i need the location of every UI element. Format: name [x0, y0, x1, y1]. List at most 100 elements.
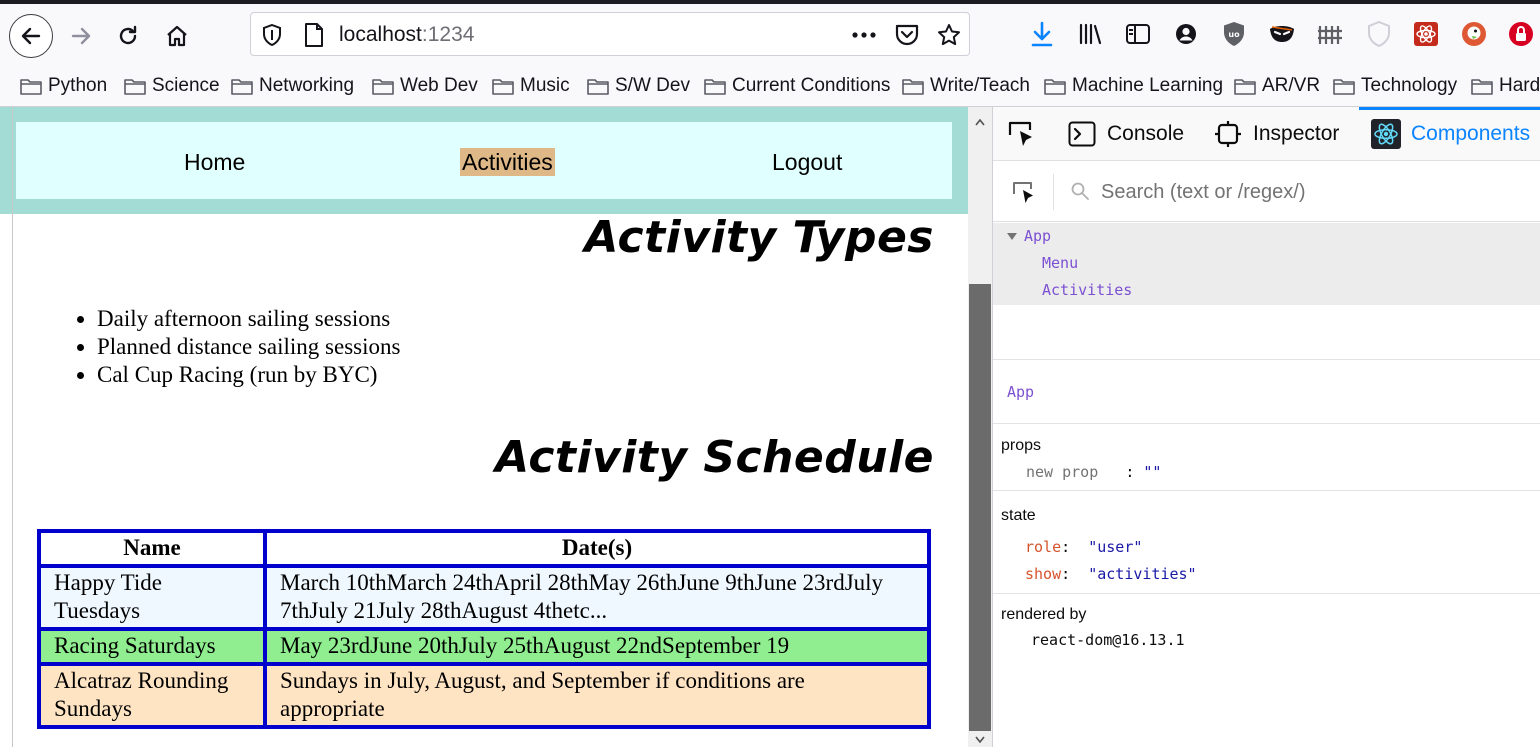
- bookmark-label: Networking: [259, 75, 355, 96]
- state-row[interactable]: show: "activities": [1025, 565, 1197, 583]
- folder-icon: [124, 78, 146, 95]
- extension-mask-icon[interactable]: [1266, 18, 1298, 50]
- prop-colon: :: [1125, 463, 1135, 481]
- bookmark-folder-sw-dev[interactable]: S/W Dev: [587, 71, 690, 101]
- bookmark-folder-machine-learning[interactable]: Machine Learning: [1044, 71, 1223, 101]
- sidebar-icon[interactable]: [1122, 18, 1154, 50]
- bookmark-folder-hard[interactable]: Hard: [1471, 71, 1540, 101]
- bookmark-label: Hard: [1499, 75, 1540, 96]
- folder-icon: [1044, 78, 1066, 95]
- page-actions-icon[interactable]: [851, 22, 877, 48]
- bookmark-folder-python[interactable]: Python: [20, 71, 107, 101]
- state-value[interactable]: "activities": [1088, 565, 1196, 583]
- list-item: Planned distance sailing sessions: [97, 333, 400, 361]
- url-text[interactable]: localhost:1234: [339, 23, 474, 47]
- bookmark-folder-networking[interactable]: Networking: [231, 71, 354, 101]
- caret-down-icon[interactable]: [1007, 233, 1017, 240]
- duckduckgo-icon[interactable]: [1458, 18, 1490, 50]
- column-header-name: Name: [39, 531, 265, 566]
- bookmark-label: Web Dev: [400, 75, 478, 96]
- back-arrow-icon: [21, 27, 41, 45]
- tracking-shield-icon[interactable]: [259, 22, 285, 48]
- state-value[interactable]: "user": [1088, 538, 1142, 556]
- state-key: role: [1025, 538, 1062, 556]
- inspector-icon: [1213, 119, 1243, 149]
- console-icon: [1067, 119, 1097, 149]
- state-row[interactable]: role: "user": [1025, 538, 1142, 556]
- account-icon[interactable]: [1170, 18, 1202, 50]
- tree-node-label: App: [1024, 227, 1052, 245]
- scroll-down-arrow-icon[interactable]: [968, 733, 992, 747]
- folder-icon: [1471, 78, 1493, 95]
- active-tab-indicator: [1359, 107, 1540, 110]
- extension-lock-icon[interactable]: [1505, 18, 1537, 50]
- reload-button[interactable]: [106, 14, 150, 58]
- element-picker-button[interactable]: [1007, 107, 1037, 161]
- column-header-dates: Date(s): [265, 531, 929, 566]
- component-tree: App Menu Activities: [993, 223, 1540, 305]
- tab-components[interactable]: Components: [1371, 107, 1530, 161]
- bookmark-folder-write-teach[interactable]: Write/Teach: [902, 71, 1030, 101]
- scrollbar-thumb[interactable]: [969, 284, 991, 731]
- search-divider: [1053, 174, 1054, 210]
- folder-icon: [1234, 78, 1256, 95]
- nav-link-logout[interactable]: Logout: [770, 148, 844, 176]
- state-key: show: [1025, 565, 1062, 583]
- tree-node-label: Menu: [1042, 254, 1079, 272]
- forward-button[interactable]: [59, 14, 103, 58]
- tab-label: Inspector: [1253, 122, 1340, 145]
- nav-link-activities[interactable]: Activities: [460, 148, 555, 176]
- bookmark-label: Machine Learning: [1072, 75, 1224, 96]
- app-navbar: Home Activities Logout: [0, 107, 968, 214]
- page-info-icon[interactable]: [301, 22, 327, 48]
- tree-node-menu[interactable]: Menu: [993, 250, 1540, 277]
- selected-component-name: App: [1007, 383, 1035, 401]
- folder-icon: [372, 78, 394, 95]
- tree-node-activities[interactable]: Activities: [993, 277, 1540, 304]
- table-row: Happy Tide Tuesdays March 10thMarch 24th…: [39, 566, 929, 629]
- tab-label: Components: [1411, 122, 1531, 145]
- url-bar[interactable]: localhost:1234: [250, 12, 970, 56]
- bookmark-label: Music: [520, 75, 570, 96]
- devtools-panel: Console Inspector Components App Menu: [992, 107, 1540, 747]
- tab-console[interactable]: Console: [1067, 107, 1184, 161]
- bookmark-label: Current Conditions: [732, 75, 891, 96]
- bookmark-folder-science[interactable]: Science: [124, 71, 220, 101]
- bookmark-label: Write/Teach: [930, 75, 1030, 96]
- app-navbar-inner: Home Activities Logout: [16, 122, 952, 199]
- library-icon[interactable]: [1075, 18, 1107, 50]
- page-scrollbar[interactable]: [968, 107, 992, 747]
- bookmark-folder-technology[interactable]: Technology: [1333, 71, 1457, 101]
- bookmark-folder-web-dev[interactable]: Web Dev: [372, 71, 478, 101]
- ublock-origin-icon[interactable]: uo: [1218, 18, 1250, 50]
- extension-fence-icon[interactable]: [1314, 18, 1346, 50]
- prop-row[interactable]: new prop : "": [1026, 463, 1161, 481]
- home-icon: [167, 25, 187, 47]
- folder-icon: [20, 78, 42, 95]
- scroll-up-arrow-icon[interactable]: [968, 107, 992, 137]
- downloads-icon[interactable]: [1026, 18, 1058, 50]
- home-button[interactable]: [155, 14, 199, 58]
- extension-shield-icon[interactable]: [1363, 18, 1395, 50]
- bookmark-folder-music[interactable]: Music: [492, 71, 570, 101]
- divider: [993, 490, 1540, 491]
- prop-value[interactable]: "": [1143, 463, 1161, 481]
- bookmark-label: Science: [152, 75, 220, 96]
- bookmark-label: Technology: [1361, 75, 1458, 96]
- back-button[interactable]: [9, 14, 53, 58]
- pocket-icon[interactable]: [894, 22, 920, 48]
- bookmark-folder-ar-vr[interactable]: AR/VR: [1234, 71, 1320, 101]
- component-search-input[interactable]: [1101, 178, 1521, 206]
- list-item: Cal Cup Racing (run by BYC): [97, 361, 400, 389]
- select-element-button[interactable]: [1011, 180, 1037, 211]
- forward-arrow-icon: [71, 27, 91, 45]
- table-row: Alcatraz Rounding Sundays Sundays in Jul…: [39, 664, 929, 727]
- bookmark-star-icon[interactable]: [936, 22, 962, 48]
- tab-inspector[interactable]: Inspector: [1213, 107, 1339, 161]
- activity-types-list: Daily afternoon sailing sessions Planned…: [60, 305, 400, 389]
- page-left-border: [12, 107, 13, 747]
- tree-node-app[interactable]: App: [993, 223, 1540, 250]
- bookmark-folder-current-conditions[interactable]: Current Conditions: [704, 71, 890, 101]
- nav-link-home[interactable]: Home: [182, 148, 247, 176]
- react-devtools-extension-icon[interactable]: [1410, 18, 1442, 50]
